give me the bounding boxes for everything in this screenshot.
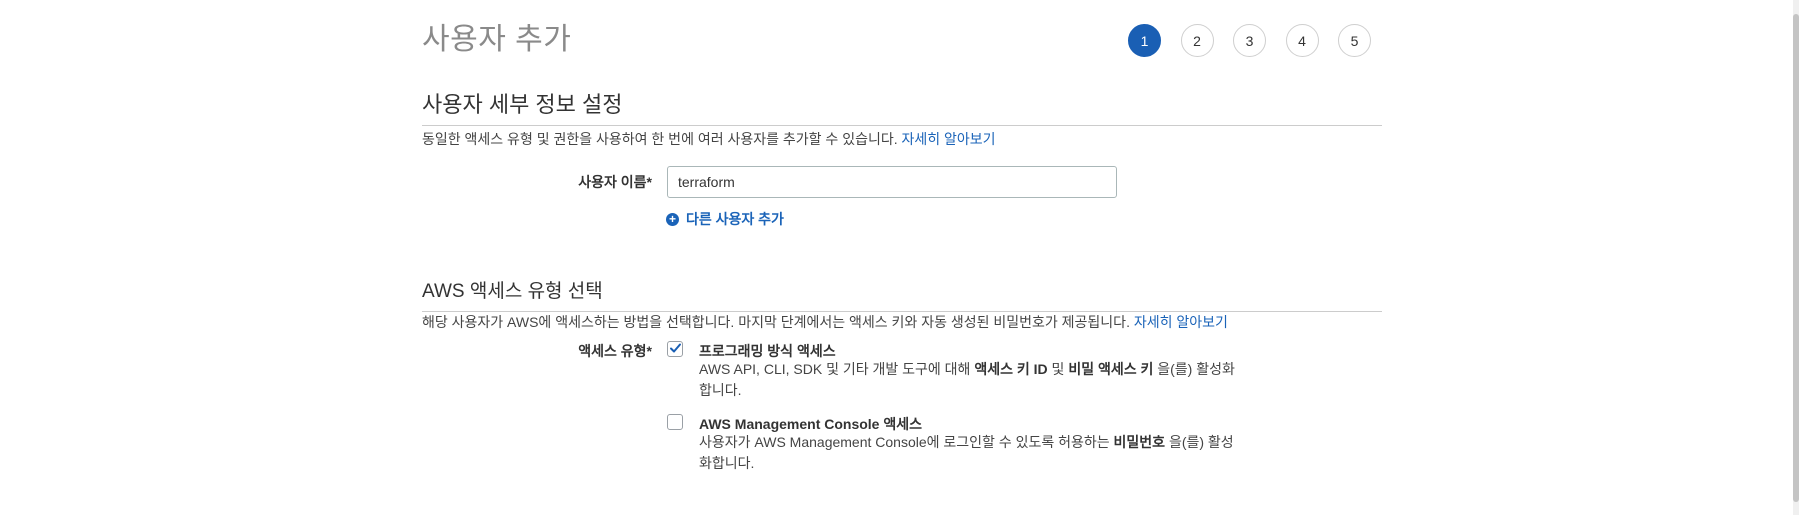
programmatic-access-description: AWS API, CLI, SDK 및 기타 개발 도구에 대해 액세스 키 I… xyxy=(699,359,1239,401)
console-access-description: 사용자가 AWS Management Console에 로그인할 수 있도록 … xyxy=(699,432,1239,474)
access-type-label: 액세스 유형* xyxy=(578,343,652,359)
access-type-description-text: 해당 사용자가 AWS에 액세스하는 방법을 선택합니다. 마지막 단계에서는 … xyxy=(422,314,1130,330)
programmatic-desc-and: 및 xyxy=(1047,361,1069,377)
access-learn-more-link[interactable]: 자세히 알아보기 xyxy=(1134,314,1228,330)
programmatic-access-title: 프로그래밍 방식 액세스 xyxy=(699,343,836,359)
step-4[interactable]: 4 xyxy=(1285,24,1319,57)
wizard-steps: 1 2 3 4 5 xyxy=(1128,24,1371,57)
access-type-description: 해당 사용자가 AWS에 액세스하는 방법을 선택합니다. 마지막 단계에서는 … xyxy=(422,312,1228,332)
user-details-description-text: 동일한 액세스 유형 및 권한을 사용하여 한 번에 여러 사용자를 추가할 수… xyxy=(422,131,898,147)
add-another-user-button[interactable]: + 다른 사용자 추가 xyxy=(666,209,784,229)
programmatic-access-checkbox[interactable] xyxy=(667,341,683,357)
programmatic-desc-text: AWS API, CLI, SDK 및 기타 개발 도구에 대해 xyxy=(699,361,975,377)
username-input[interactable] xyxy=(667,166,1117,198)
page-title: 사용자 추가 xyxy=(422,23,572,56)
step-2[interactable]: 2 xyxy=(1180,24,1214,57)
scrollbar-thumb[interactable] xyxy=(1793,14,1799,502)
plus-circle-icon: + xyxy=(666,212,679,226)
password-text: 비밀번호 xyxy=(1113,434,1166,450)
console-access-checkbox[interactable] xyxy=(667,414,683,430)
console-desc-text: 사용자가 AWS Management Console에 로그인할 수 있도록 … xyxy=(699,434,1114,450)
learn-more-link[interactable]: 자세히 알아보기 xyxy=(902,131,996,147)
secret-access-key-text: 비밀 액세스 키 xyxy=(1068,361,1154,377)
username-label: 사용자 이름* xyxy=(578,174,652,190)
access-type-heading: AWS 액세스 유형 선택 xyxy=(422,276,1382,312)
add-another-user-label: 다른 사용자 추가 xyxy=(686,211,784,227)
console-access-title: AWS Management Console 액세스 xyxy=(699,416,922,432)
user-details-description: 동일한 액세스 유형 및 권한을 사용하여 한 번에 여러 사용자를 추가할 수… xyxy=(422,129,996,149)
access-key-id-text: 액세스 키 ID xyxy=(974,361,1048,377)
checkmark-icon xyxy=(670,343,681,353)
add-user-wizard: 사용자 추가 1 2 3 4 5 사용자 세부 정보 설정 동일한 액세스 유형… xyxy=(422,0,1382,515)
step-1[interactable]: 1 xyxy=(1128,24,1161,57)
step-5[interactable]: 5 xyxy=(1338,24,1371,57)
page-scrollbar[interactable] xyxy=(1793,0,1799,515)
user-details-heading: 사용자 세부 정보 설정 xyxy=(422,87,1382,126)
step-3[interactable]: 3 xyxy=(1233,24,1266,57)
